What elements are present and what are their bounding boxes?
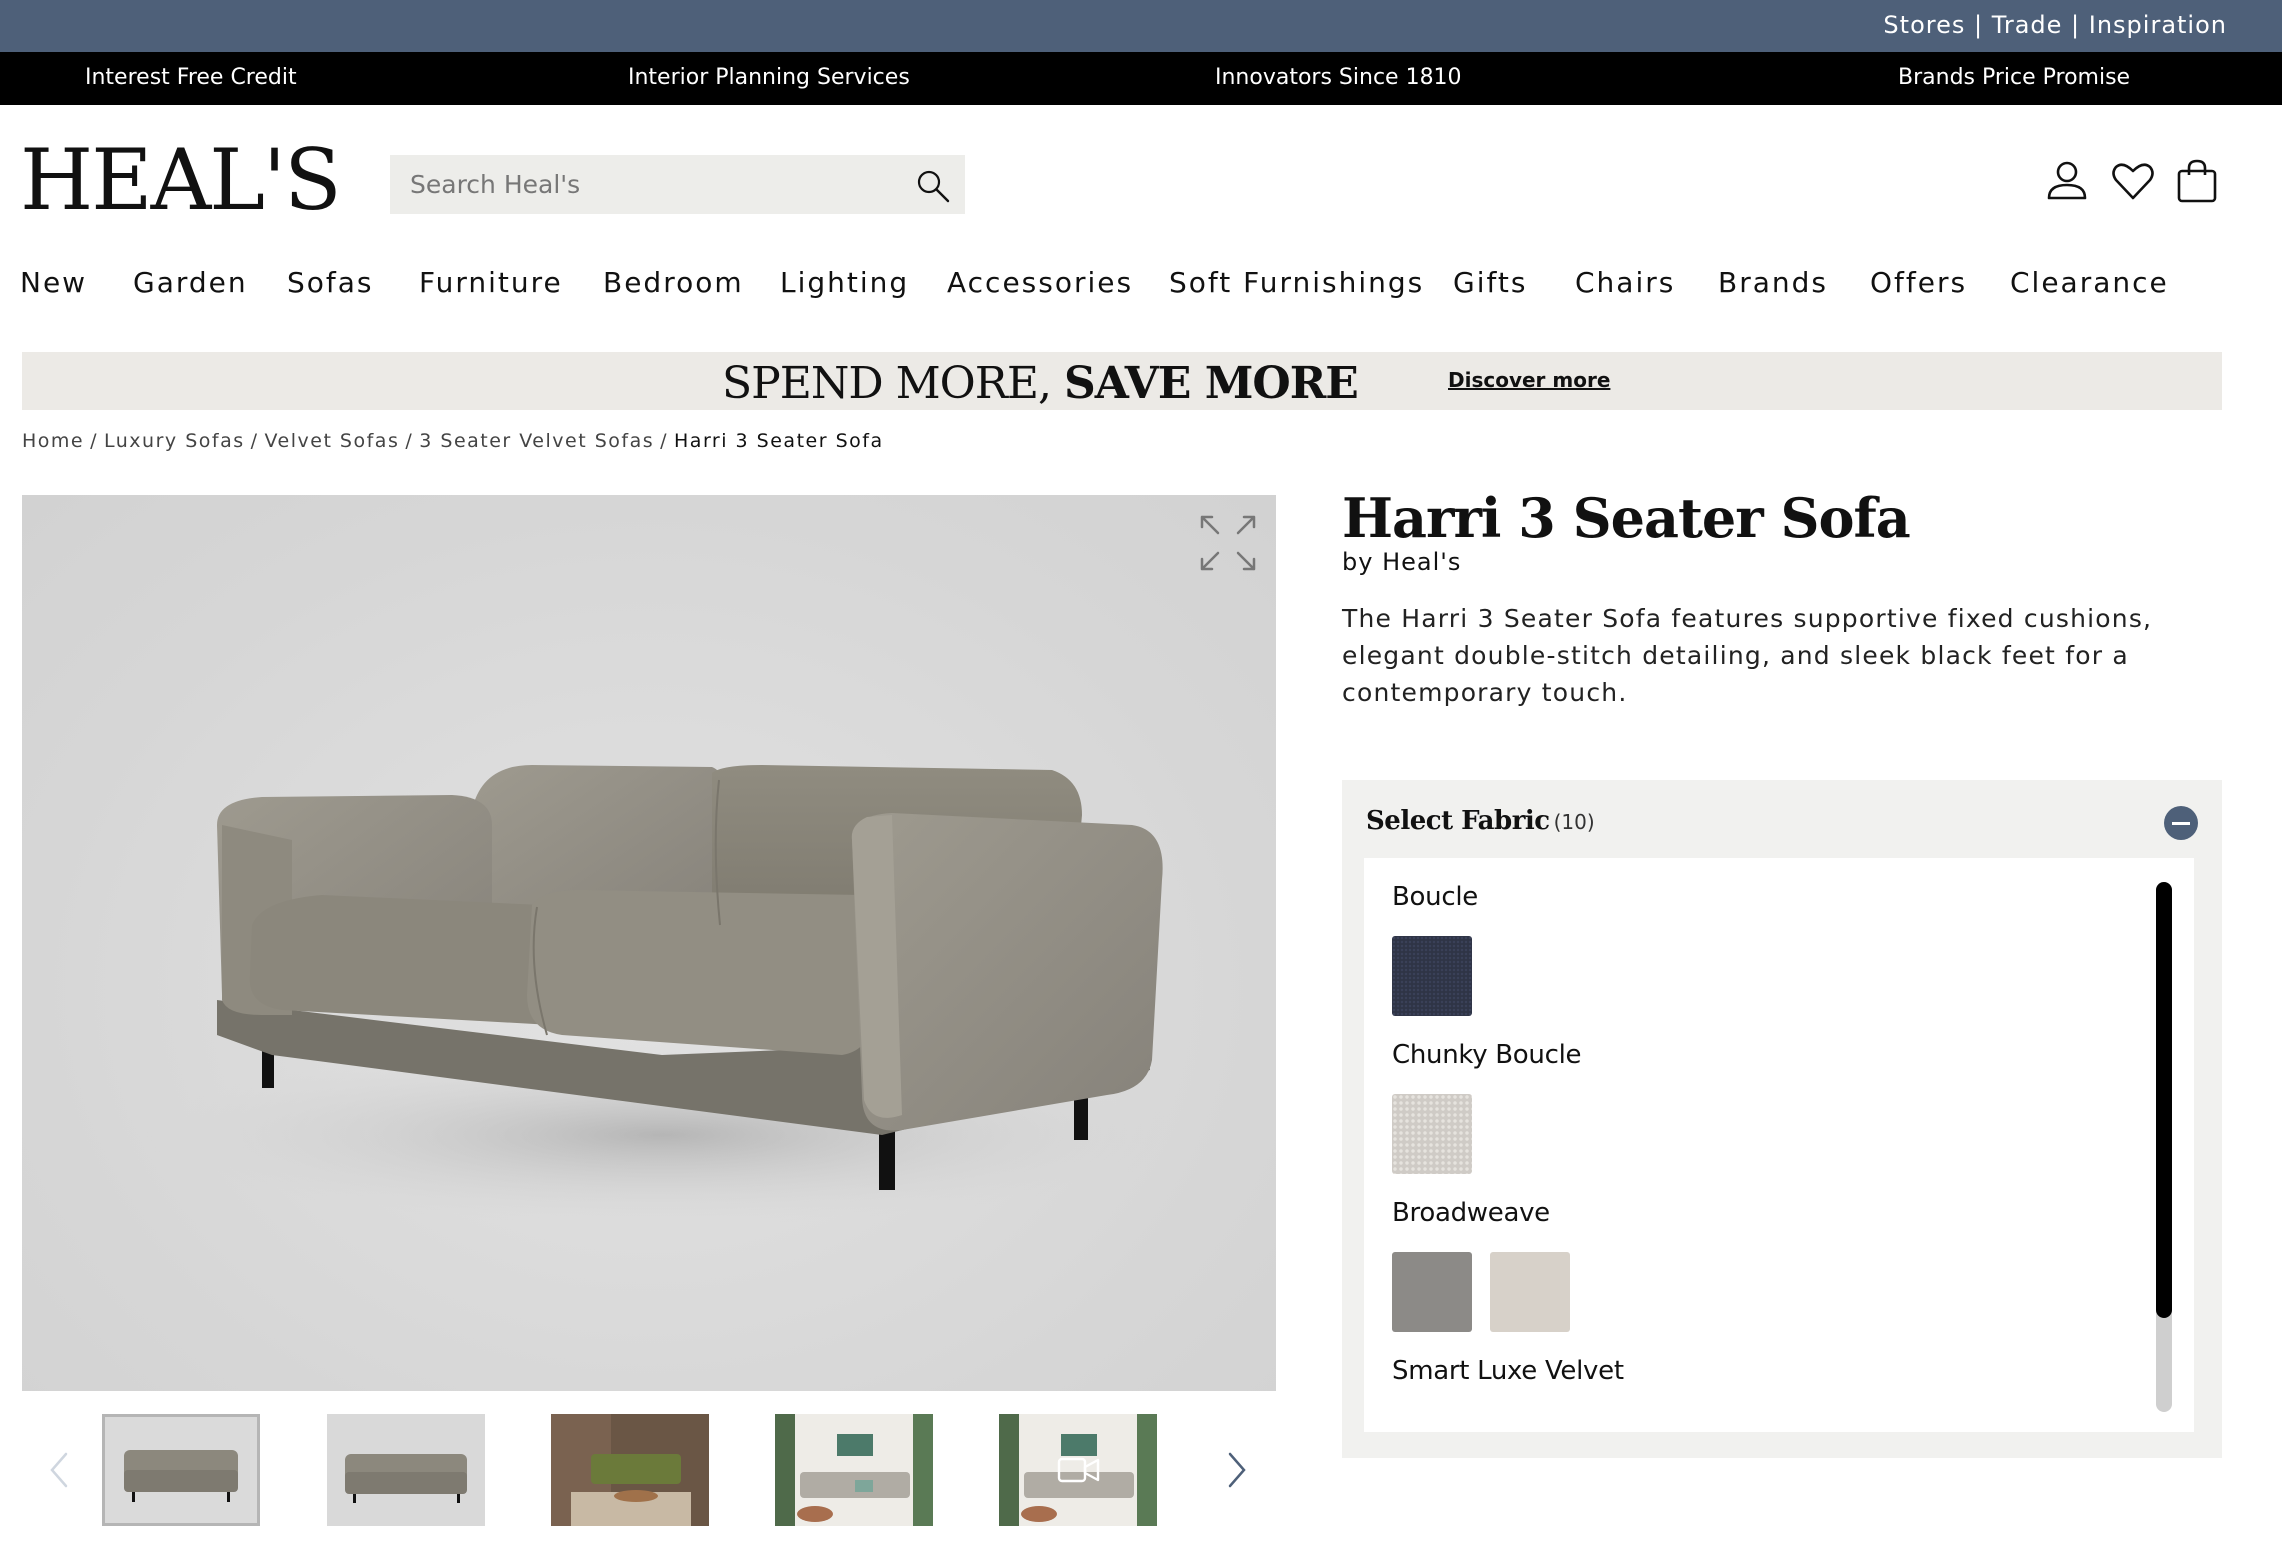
thumbnail-next-chevron-icon[interactable] (1222, 1450, 1252, 1490)
nav-item-accessories[interactable]: Accessories (947, 266, 1133, 299)
nav-item-offers[interactable]: Offers (1870, 266, 1967, 299)
fabric-selector-title: Select Fabric (1366, 806, 1550, 836)
breadcrumb-3-seater-velvet-sofas[interactable]: 3 Seater Velvet Sofas (419, 430, 654, 452)
fullscreen-expand-icon[interactable] (1198, 513, 1258, 573)
thumbnail-sofa-studio-front[interactable] (102, 1414, 260, 1526)
video-camera-icon (1057, 1457, 1100, 1483)
promo-headline: SPEND MORE, SAVE MORE (722, 358, 1359, 409)
fabric-list[interactable]: Boucle Chunky Boucle Broadweave Smart Lu… (1364, 858, 2194, 1432)
breadcrumb: Home / Luxury Sofas / Velvet Sofas/3 Seater … (22, 430, 884, 452)
fabric-group-label: Broadweave (1392, 1198, 1550, 1228)
utility-bar: Stores | Trade | Inspiration (0, 0, 2282, 52)
search-input[interactable] (390, 155, 870, 214)
utility-links[interactable]: Stores | Trade | Inspiration (1883, 11, 2227, 39)
breadcrumb-home[interactable]: Home (22, 430, 84, 452)
thumbnail-open-plan-room-scene[interactable] (775, 1414, 933, 1526)
usp-interior-planning[interactable]: Interior Planning Services (628, 65, 910, 90)
collapse-minus-icon[interactable] (2164, 806, 2198, 840)
fabric-selector-panel: Select Fabric (10) Boucle Chunky Boucle B… (1342, 780, 2222, 1458)
usp-bar: Interest Free Credit Interior Planning S… (0, 52, 2282, 105)
nav-item-lighting[interactable]: Lighting (780, 266, 909, 299)
breadcrumb-luxury-sofas[interactable]: Luxury Sofas (104, 430, 245, 452)
fabric-group-label: Boucle (1392, 882, 1478, 912)
thumbnail-image (345, 1454, 467, 1503)
thumbnail-image (775, 1414, 933, 1526)
fabric-swatch[interactable] (1392, 936, 1472, 1016)
wishlist-heart-icon[interactable] (2110, 158, 2156, 204)
fabric-swatch[interactable] (1490, 1252, 1570, 1332)
nav-item-garden[interactable]: Garden (133, 266, 248, 299)
sofa-image (142, 765, 1182, 1225)
nav-item-brands[interactable]: Brands (1718, 266, 1828, 299)
thumbnail-room-video[interactable] (999, 1414, 1157, 1526)
thumbnail-prev-chevron-icon[interactable] (44, 1450, 74, 1490)
nav-item-bedroom[interactable]: Bedroom (603, 266, 744, 299)
search-bar (390, 155, 965, 214)
breadcrumb-separator: / (250, 430, 259, 452)
breadcrumb-separator: / (90, 430, 99, 452)
breadcrumb-separator: / (660, 430, 669, 452)
site-logo[interactable]: HEAL'S (20, 138, 342, 222)
discover-more-link[interactable]: Discover more (1448, 368, 1610, 392)
nav-item-gifts[interactable]: Gifts (1453, 266, 1527, 299)
nav-item-new[interactable]: New (20, 266, 87, 299)
usp-price-promise[interactable]: Brands Price Promise (1898, 65, 2130, 90)
usp-interest-free-credit[interactable]: Interest Free Credit (85, 65, 297, 90)
account-icon[interactable] (2044, 158, 2090, 204)
thumbnail-image (551, 1414, 709, 1526)
thumbnail-image (124, 1450, 238, 1502)
fabric-selector-header[interactable]: Select Fabric (10) (1366, 806, 1595, 836)
search-icon[interactable] (915, 168, 951, 204)
nav-item-furniture[interactable]: Furniture (419, 266, 563, 299)
nav-item-chairs[interactable]: Chairs (1575, 266, 1675, 299)
breadcrumb-current: Harri 3 Seater Sofa (674, 430, 884, 452)
usp-innovators[interactable]: Innovators Since 1810 (1215, 65, 1462, 90)
shopping-bag-icon[interactable] (2174, 158, 2220, 204)
nav-item-soft-furnishings[interactable]: Soft Furnishings (1169, 266, 1424, 299)
fabric-swatch[interactable] (1392, 1252, 1472, 1332)
promo-banner[interactable]: SPEND MORE, SAVE MORE Discover more (22, 352, 2222, 410)
fabric-count: (10) (1553, 810, 1595, 834)
nav-item-clearance[interactable]: Clearance (2010, 266, 2169, 299)
product-description: The Harri 3 Seater Sofa features support… (1342, 604, 2153, 707)
thumbnail-living-room-scene[interactable] (551, 1414, 709, 1526)
nav-item-sofas[interactable]: Sofas (287, 266, 374, 299)
fabric-swatch[interactable] (1392, 1094, 1472, 1174)
thumbnail-sofa-studio-angle[interactable] (327, 1414, 485, 1526)
product-brand[interactable]: by Heal's (1342, 548, 1461, 576)
fabric-group-label: Smart Luxe Velvet (1392, 1356, 1624, 1386)
product-title: Harri 3 Seater Sofa (1342, 486, 1911, 550)
fabric-group-label: Chunky Boucle (1392, 1040, 1582, 1070)
breadcrumb-velvet-sofas[interactable]: Velvet Sofas (265, 430, 400, 452)
breadcrumb-separator: / (405, 430, 414, 452)
product-main-image[interactable] (22, 495, 1276, 1391)
fabric-list-scrollbar-thumb[interactable] (2156, 882, 2172, 1318)
